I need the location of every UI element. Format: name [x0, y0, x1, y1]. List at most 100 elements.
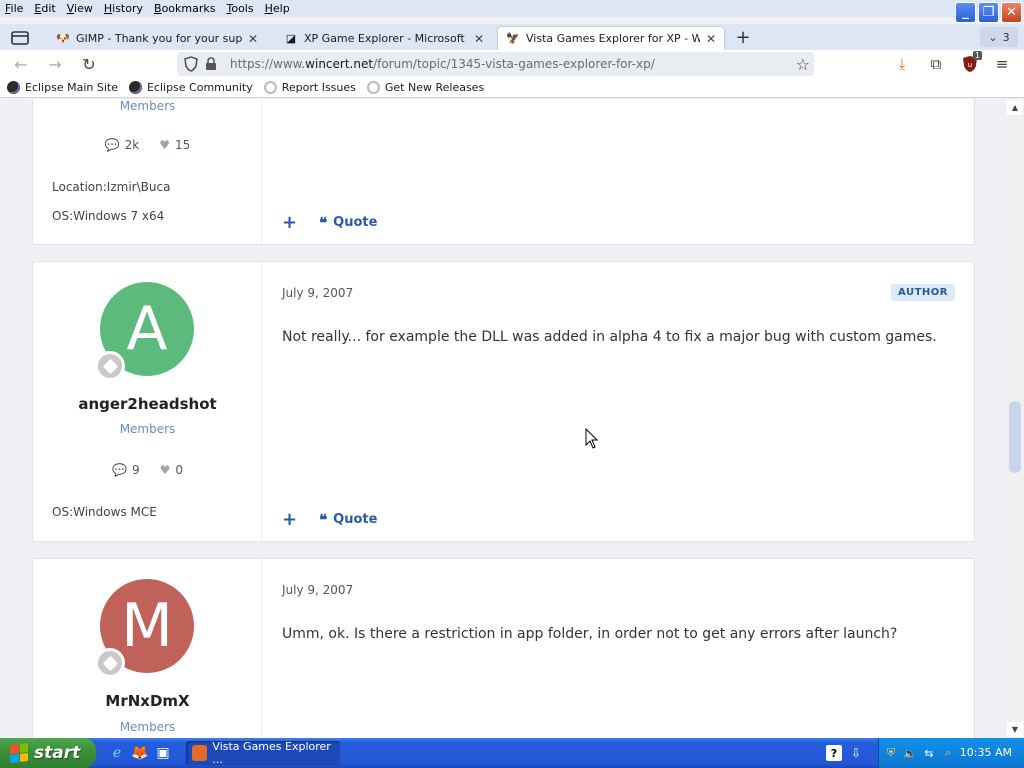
- bookmark-report-issues[interactable]: Report Issues: [263, 81, 356, 94]
- restore-button[interactable]: ❐: [978, 2, 999, 23]
- post-actions: + ❝ Quote: [282, 509, 377, 530]
- post-count-value: 2k: [124, 138, 140, 152]
- volume-icon[interactable]: 🔈: [903, 746, 917, 760]
- heart-icon: ♥: [159, 463, 171, 477]
- help-icon[interactable]: ?: [826, 745, 842, 761]
- multiquote-button[interactable]: +: [282, 212, 297, 233]
- author-os: OS:Windows 7 x64: [52, 209, 165, 223]
- bookmark-label: Eclipse Main Site: [25, 81, 118, 94]
- plus-icon: +: [735, 26, 751, 48]
- member-group[interactable]: Members: [33, 422, 262, 436]
- clock[interactable]: 10:35 AM: [960, 746, 1012, 759]
- mouse-cursor-icon: [585, 428, 599, 449]
- minimize-button[interactable]: _: [955, 2, 976, 23]
- new-tab-button[interactable]: +: [733, 26, 753, 48]
- post-date[interactable]: July 9, 2007: [282, 286, 353, 300]
- member-group[interactable]: Members: [33, 720, 262, 734]
- reload-button[interactable]: ↻: [78, 54, 100, 74]
- list-all-tabs-button[interactable]: ⌄ 3: [980, 27, 1018, 47]
- tab-close-icon[interactable]: ✕: [706, 32, 716, 46]
- tab-overview-button[interactable]: [8, 27, 32, 49]
- menu-view[interactable]: View: [62, 2, 99, 15]
- menu-file[interactable]: File: [0, 2, 29, 15]
- downloads-button[interactable]: ⤓: [890, 54, 914, 74]
- bookmark-get-new-releases[interactable]: Get New Releases: [366, 81, 484, 94]
- reputation: ♥ 15: [159, 138, 190, 152]
- chevron-down-icon: ⌄: [988, 30, 998, 44]
- close-window-button[interactable]: ✕: [1001, 2, 1022, 23]
- menu-help[interactable]: Help: [260, 2, 296, 15]
- tab-title: Vista Games Explorer for XP - Wind: [526, 32, 700, 45]
- author-os: OS:Windows MCE: [52, 505, 157, 519]
- scroll-thumb[interactable]: [1009, 401, 1021, 473]
- post-author-column: A anger2headshot Members 💬 9 ♥ 0 OS:Window…: [33, 262, 262, 541]
- taskbar-item-label: Vista Games Explorer ...: [212, 740, 331, 766]
- author-badge: AUTHOR: [891, 284, 955, 301]
- puzzle-icon: ⧉: [930, 55, 942, 73]
- post-body: Umm, ok. Is there a restriction in app f…: [282, 626, 898, 642]
- author-stats: 💬 9 ♥ 0: [33, 463, 262, 477]
- minimize-icon: _: [962, 5, 969, 20]
- multiquote-button[interactable]: +: [282, 509, 297, 530]
- scroll-up-button[interactable]: ▲: [1007, 100, 1023, 115]
- reload-icon: ↻: [82, 54, 96, 74]
- tab-close-icon[interactable]: ✕: [474, 32, 484, 46]
- tab-gimp[interactable]: 🐶 GIMP - Thank you for your supp ✕: [48, 27, 266, 50]
- url-bar[interactable]: https://www.wincert.net/forum/topic/1345…: [177, 52, 814, 76]
- forum-post: Members 💬 2k ♥ 15 Location:Izmir\Buca OS:W…: [32, 99, 975, 245]
- search-icon[interactable]: ⌕: [941, 746, 955, 760]
- bookmarks-toolbar: Eclipse Main Site Eclipse Community Repo…: [0, 78, 1024, 98]
- tab-xp-game-explorer[interactable]: ◪ XP Game Explorer - Microsoft (Wind ✕: [276, 27, 492, 50]
- arrow-right-icon: →: [48, 54, 62, 74]
- network-icon[interactable]: ⇆: [922, 746, 936, 760]
- tab-close-icon[interactable]: ✕: [248, 32, 258, 46]
- start-button[interactable]: start: [0, 738, 96, 768]
- tab-vista-games-explorer[interactable]: 🦅 Vista Games Explorer for XP - Wind ✕: [498, 27, 724, 50]
- back-button[interactable]: ←: [10, 54, 32, 74]
- member-group[interactable]: Members: [33, 99, 262, 113]
- download-icon: ⤓: [898, 55, 906, 73]
- ublock-button[interactable]: u 1: [958, 51, 982, 74]
- quote-icon: ❝: [319, 510, 328, 529]
- security-shield-icon[interactable]: ⛨: [884, 746, 898, 760]
- forward-button[interactable]: →: [44, 54, 66, 74]
- wincert-icon: 🦅: [506, 32, 520, 45]
- bookmark-eclipse-main-site[interactable]: Eclipse Main Site: [7, 81, 118, 94]
- menu-bar: File Edit View History Bookmarks Tools H…: [0, 0, 1024, 17]
- post-count: 💬 2k: [105, 138, 140, 152]
- show-desktop-icon[interactable]: ▣: [154, 744, 172, 762]
- arrow-left-icon: ←: [14, 54, 28, 74]
- arrow-up-icon: ▲: [1011, 103, 1019, 112]
- quote-button[interactable]: ❝ Quote: [319, 511, 377, 529]
- rank-badge-icon: [95, 351, 125, 381]
- taskbar-item-firefox[interactable]: Vista Games Explorer ...: [186, 740, 340, 766]
- comment-icon: 💬: [112, 463, 127, 477]
- menu-history[interactable]: History: [99, 2, 149, 15]
- tab-title: XP Game Explorer - Microsoft (Wind: [304, 32, 468, 45]
- menu-bookmarks[interactable]: Bookmarks: [149, 2, 221, 15]
- username[interactable]: anger2headshot: [33, 395, 262, 413]
- scroll-down-button[interactable]: ▼: [1007, 722, 1023, 737]
- page-viewport[interactable]: Members 💬 2k ♥ 15 Location:Izmir\Buca OS:W…: [0, 99, 1006, 738]
- reputation-value: 0: [175, 463, 183, 477]
- bookmark-eclipse-community[interactable]: Eclipse Community: [128, 81, 253, 94]
- quote-button[interactable]: ❝ Quote: [319, 214, 377, 232]
- extensions-button[interactable]: ⧉: [924, 54, 948, 74]
- app-menu-button[interactable]: ≡: [990, 54, 1014, 74]
- language-icon[interactable]: ⇩: [848, 745, 864, 761]
- hamburger-icon: ≡: [995, 55, 1009, 73]
- reputation-value: 15: [175, 138, 191, 152]
- post-date[interactable]: July 9, 2007: [282, 583, 353, 597]
- ie-icon[interactable]: ℯ: [108, 744, 126, 762]
- username[interactable]: MrNxDmX: [33, 692, 262, 710]
- lock-icon[interactable]: [204, 57, 218, 71]
- start-label: start: [34, 743, 81, 763]
- tracking-protection-icon[interactable]: [183, 56, 199, 72]
- eclipse-icon: [128, 81, 142, 94]
- bookmark-star-icon[interactable]: ☆: [796, 55, 810, 74]
- firefox-icon[interactable]: 🦊: [131, 744, 149, 762]
- menu-edit[interactable]: Edit: [29, 2, 61, 15]
- tab-strip: 🐶 GIMP - Thank you for your supp ✕ ◪ XP …: [0, 24, 1024, 50]
- menu-tools[interactable]: Tools: [221, 2, 259, 15]
- vertical-scrollbar[interactable]: ▲ ▼: [1006, 99, 1024, 738]
